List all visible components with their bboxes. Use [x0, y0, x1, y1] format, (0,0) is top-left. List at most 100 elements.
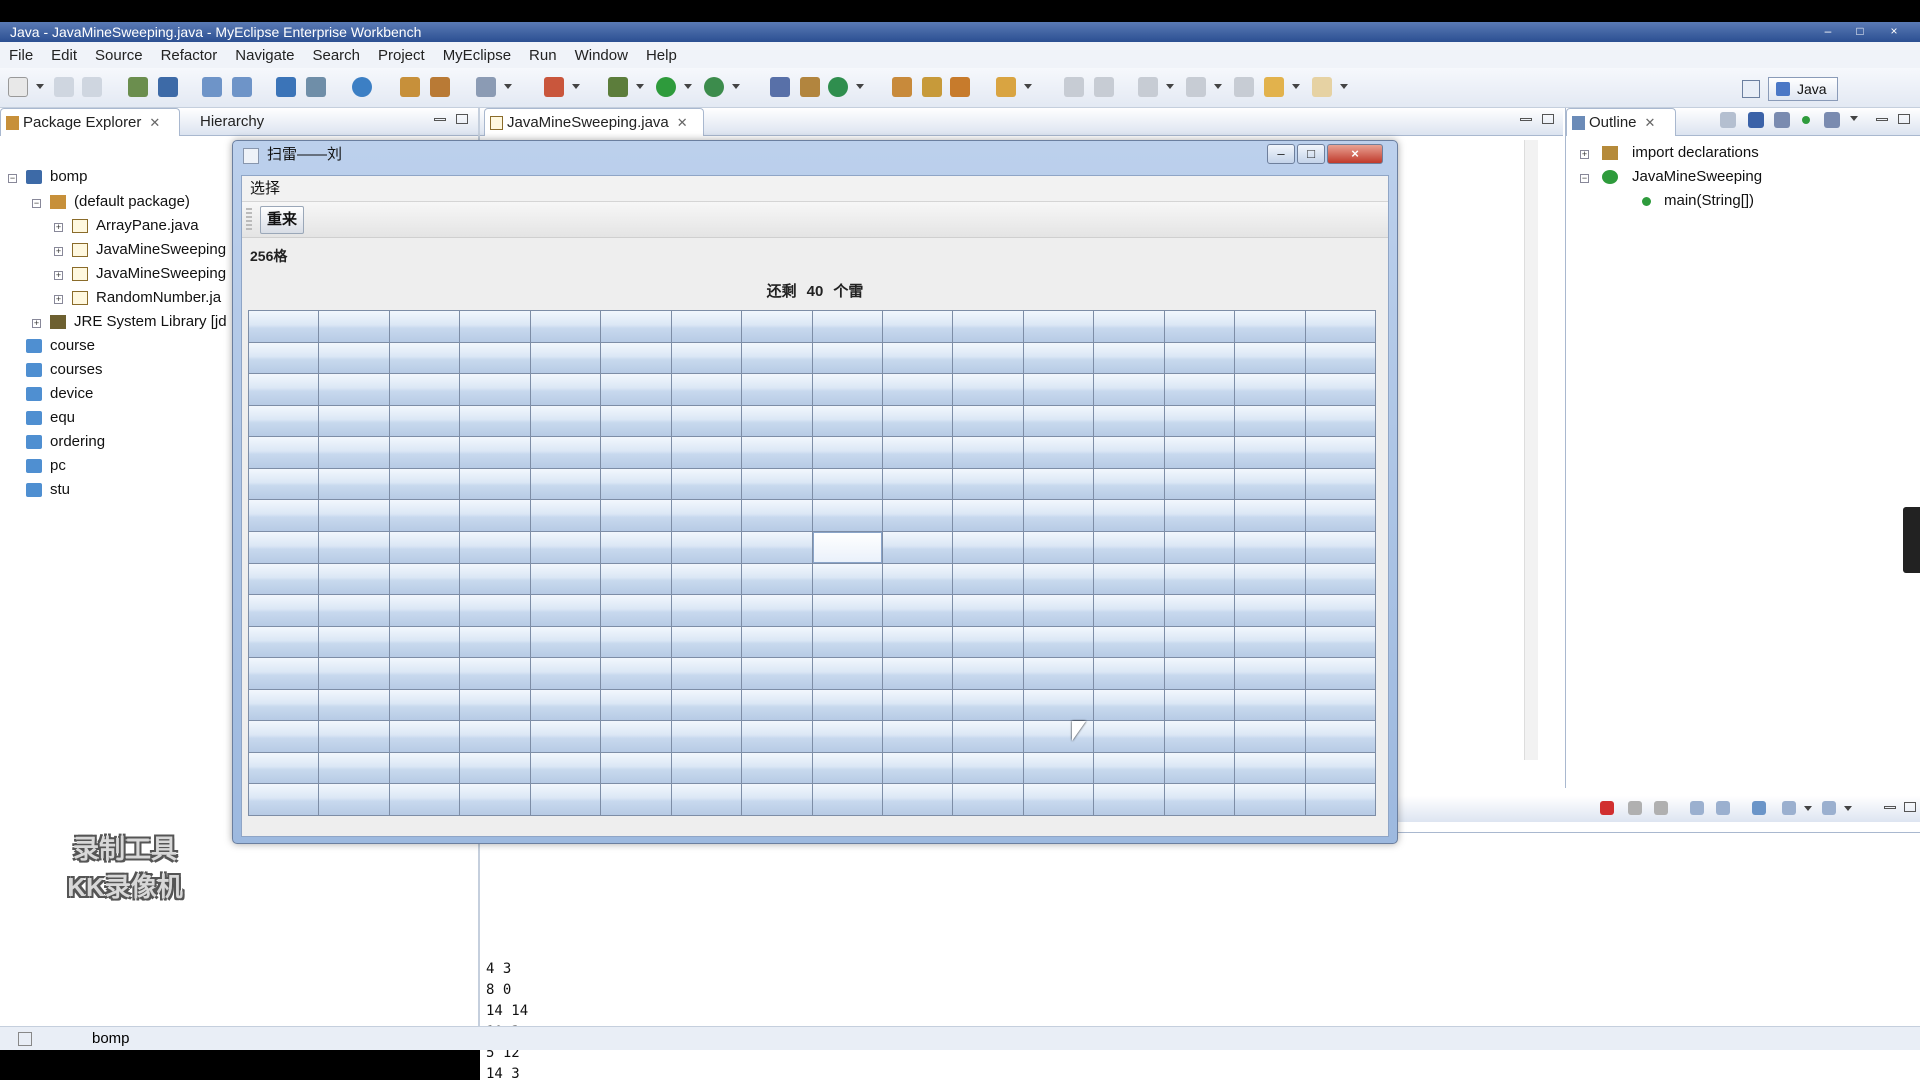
task-icon[interactable] — [950, 77, 970, 97]
close-icon[interactable]: ✕ — [1645, 109, 1656, 137]
chevron-down-icon[interactable] — [684, 84, 692, 89]
new-package-icon[interactable] — [800, 77, 820, 97]
mine-cell[interactable] — [1305, 595, 1375, 626]
mine-cell[interactable] — [389, 595, 460, 626]
mine-cell[interactable] — [953, 784, 1023, 815]
mine-cell[interactable] — [249, 374, 319, 405]
tree-item-java-file[interactable]: RandomNumber.ja — [66, 287, 221, 309]
mine-cell[interactable] — [812, 342, 882, 374]
chevron-down-icon[interactable] — [572, 84, 580, 89]
globe-icon[interactable] — [352, 77, 372, 97]
mine-cell[interactable] — [1094, 721, 1164, 752]
annotation-icon[interactable] — [1064, 77, 1084, 97]
mine-cell[interactable] — [460, 311, 530, 342]
mine-cell[interactable] — [460, 595, 530, 626]
mine-cell[interactable] — [953, 405, 1023, 437]
mine-cell[interactable] — [882, 752, 953, 784]
mine-cell[interactable] — [460, 500, 530, 531]
mine-cell[interactable] — [1023, 437, 1094, 468]
expand-icon[interactable]: + — [54, 223, 63, 232]
mine-cell[interactable] — [742, 437, 812, 468]
mine-cell[interactable] — [530, 531, 601, 563]
mine-cell[interactable] — [671, 437, 742, 468]
mine-cell[interactable] — [812, 563, 882, 595]
mine-cell[interactable] — [953, 595, 1023, 626]
mine-cell[interactable] — [530, 721, 601, 752]
server-icon[interactable] — [232, 77, 252, 97]
mine-cell[interactable] — [742, 626, 812, 658]
mine-cell[interactable] — [249, 437, 319, 468]
mine-cell[interactable] — [953, 342, 1023, 374]
mine-cell[interactable] — [601, 468, 671, 500]
mine-cell[interactable] — [1164, 752, 1235, 784]
mine-minimize-button[interactable]: – — [1267, 144, 1295, 164]
mine-cell[interactable] — [601, 626, 671, 658]
mine-cell[interactable] — [1094, 784, 1164, 815]
save-all-icon[interactable] — [82, 77, 102, 97]
mine-cell[interactable] — [601, 658, 671, 689]
mine-cell[interactable] — [1023, 595, 1094, 626]
open-perspective-icon[interactable] — [1742, 80, 1760, 98]
mine-cell[interactable] — [460, 437, 530, 468]
close-icon[interactable]: ✕ — [677, 109, 688, 137]
mine-cell[interactable] — [1235, 752, 1305, 784]
collapse-icon[interactable]: − — [1580, 174, 1589, 183]
mine-cell[interactable] — [1235, 626, 1305, 658]
tree-item-folder[interactable]: equ — [20, 407, 75, 429]
mine-cell[interactable] — [882, 500, 953, 531]
mine-maximize-button[interactable]: □ — [1297, 144, 1325, 164]
mine-cell[interactable] — [319, 437, 389, 468]
mine-cell[interactable] — [1023, 405, 1094, 437]
hide-local-icon[interactable] — [1824, 112, 1840, 128]
mine-cell[interactable] — [389, 626, 460, 658]
hide-nonpublic-icon[interactable] — [1802, 116, 1810, 124]
remove-launch-icon[interactable] — [1628, 801, 1642, 815]
mine-cell[interactable] — [249, 563, 319, 595]
tree-item-java-file[interactable]: JavaMineSweeping — [66, 263, 226, 285]
mine-cell[interactable] — [530, 752, 601, 784]
mine-cell[interactable] — [882, 626, 953, 658]
clear-console-icon[interactable] — [1690, 801, 1704, 815]
mine-cell[interactable] — [1023, 311, 1094, 342]
mine-cell[interactable] — [953, 437, 1023, 468]
mine-cell[interactable] — [671, 752, 742, 784]
mine-cell[interactable] — [530, 595, 601, 626]
mine-cell[interactable] — [953, 500, 1023, 531]
mine-cell[interactable] — [882, 595, 953, 626]
mine-cell[interactable] — [601, 342, 671, 374]
mine-cell[interactable] — [601, 500, 671, 531]
mine-cell[interactable] — [1235, 500, 1305, 531]
collapse-icon[interactable]: − — [8, 174, 17, 183]
print-icon[interactable] — [158, 77, 178, 97]
mine-cell[interactable] — [249, 752, 319, 784]
mine-cell[interactable] — [460, 374, 530, 405]
hide-static-icon[interactable] — [1774, 112, 1790, 128]
mine-cell[interactable] — [671, 405, 742, 437]
hide-fields-icon[interactable] — [1748, 112, 1764, 128]
mine-cell[interactable] — [1164, 405, 1235, 437]
mine-cell[interactable] — [249, 784, 319, 815]
mine-cell[interactable] — [1235, 468, 1305, 500]
mine-cell[interactable] — [1094, 626, 1164, 658]
tab-editor-file[interactable]: JavaMineSweeping.java ✕ — [484, 108, 704, 136]
chevron-down-icon[interactable] — [732, 84, 740, 89]
mine-cell[interactable] — [249, 342, 319, 374]
mine-cell[interactable] — [953, 689, 1023, 721]
mine-cell[interactable] — [460, 626, 530, 658]
mine-cell[interactable] — [1094, 437, 1164, 468]
tree-item-folder[interactable]: courses — [20, 359, 103, 381]
mine-cell[interactable] — [1164, 689, 1235, 721]
mine-cell[interactable] — [812, 468, 882, 500]
mine-cell[interactable] — [671, 374, 742, 405]
toolbar-grip[interactable] — [246, 208, 252, 232]
chevron-down-icon[interactable] — [1024, 84, 1032, 89]
mine-cell[interactable] — [953, 531, 1023, 563]
mine-cell[interactable] — [1305, 500, 1375, 531]
mine-cell[interactable] — [742, 563, 812, 595]
mine-cell[interactable] — [249, 500, 319, 531]
mine-cell[interactable] — [389, 342, 460, 374]
mine-cell[interactable] — [389, 374, 460, 405]
menu-source[interactable]: Source — [86, 47, 152, 64]
mine-cell[interactable] — [389, 405, 460, 437]
mine-cell[interactable] — [389, 468, 460, 500]
